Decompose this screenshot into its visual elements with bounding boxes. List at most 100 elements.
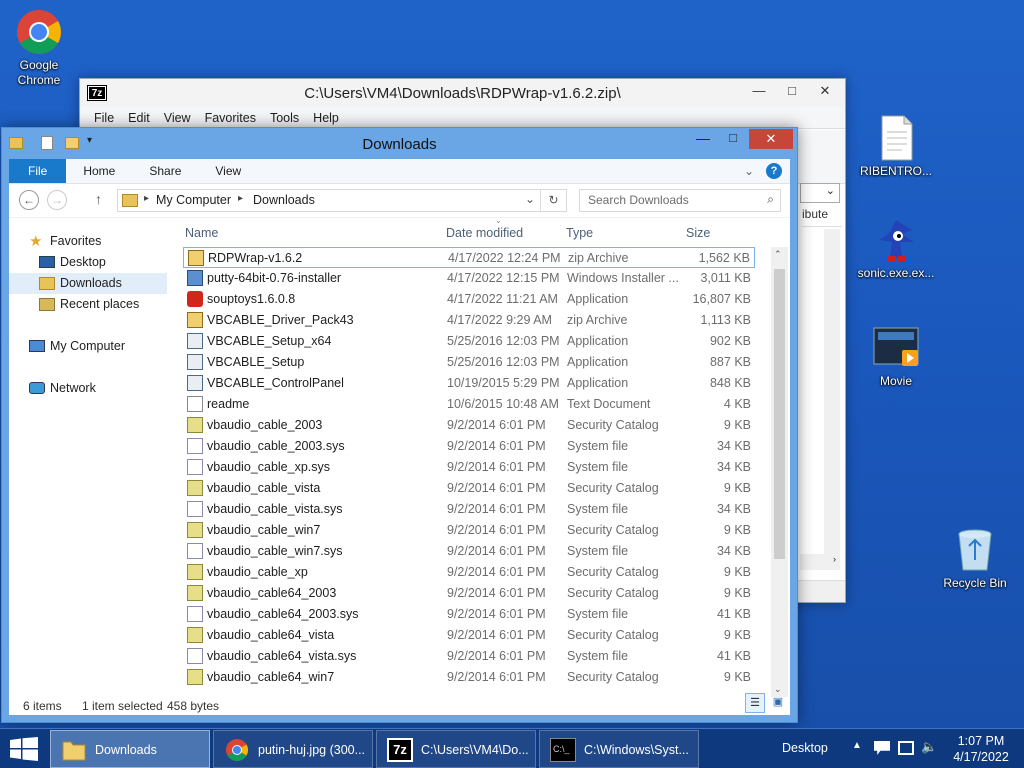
search-icon[interactable]: ⌕ (767, 192, 774, 207)
clock-date[interactable]: 4/17/2022 (950, 750, 1012, 764)
address-bar[interactable]: ▸ My Computer ▸ Downloads ⌄ ↻ (117, 189, 567, 212)
menu-view[interactable]: View (164, 111, 191, 125)
address-dropdown-icon[interactable]: ⌄ (525, 192, 535, 206)
file-name: vbaudio_cable_xp.sys (207, 460, 330, 474)
tab-share[interactable]: Share (132, 159, 198, 183)
menu-favorites[interactable]: Favorites (205, 111, 256, 125)
explorer-window[interactable]: ▾ Downloads — □ ✕ File Home Share View ⌄… (1, 127, 798, 723)
file-size: 1,113 KB (700, 313, 751, 327)
file-row[interactable]: VBCABLE_ControlPanel 10/19/2015 5:29 PM Ap… (183, 373, 755, 394)
file-row[interactable]: RDPWrap-v1.6.2 4/17/2022 12:24 PM zip Arch… (183, 247, 755, 268)
file-date: 5/25/2016 12:03 PM (447, 355, 560, 369)
file-row[interactable]: vbaudio_cable_2003 9/2/2014 6:01 PM Securi… (183, 415, 755, 436)
file-row[interactable]: VBCABLE_Setup 5/25/2016 12:03 PM Applicati… (183, 352, 755, 373)
nav-favorites[interactable]: ★ Favorites (9, 231, 167, 252)
maximize-button[interactable]: □ (720, 130, 746, 150)
search-input[interactable]: Search Downloads ⌕ (579, 189, 781, 212)
start-button[interactable] (10, 737, 38, 761)
sevenzip-scrollbar[interactable] (824, 229, 840, 564)
desktop-icon-ribentro[interactable]: RIBENTRO... (857, 114, 935, 179)
folder-icon (61, 738, 87, 762)
breadcrumb-my-computer[interactable]: My Computer (156, 193, 231, 207)
sevenzip-path-dropdown[interactable]: ⌄ (800, 183, 840, 203)
show-hidden-icons-icon[interactable]: ▲ (852, 740, 862, 751)
back-button[interactable]: ← (19, 190, 39, 210)
column-header-size[interactable]: Size (686, 226, 710, 240)
file-size: 1,562 KB (698, 251, 750, 265)
file-row[interactable]: vbaudio_cable64_2003 9/2/2014 6:01 PM Secu… (183, 583, 755, 604)
file-row[interactable]: putty-64bit-0.76-installer 4/17/2022 12:1… (183, 268, 755, 289)
menu-help[interactable]: Help (313, 111, 339, 125)
file-list-scrollbar[interactable]: ⌃ ⌄ (771, 247, 788, 697)
nav-my-computer[interactable]: My Computer (9, 336, 167, 357)
nav-recent-places[interactable]: Recent places (9, 294, 167, 315)
desktop-icon-movie[interactable]: Movie (857, 324, 935, 389)
file-name: vbaudio_cable_xp (207, 565, 308, 579)
desktop-icon-chrome[interactable]: Google Chrome (0, 8, 78, 88)
nav-downloads[interactable]: Downloads (9, 273, 167, 294)
file-row[interactable]: vbaudio_cable64_2003.sys 9/2/2014 6:01 PM… (183, 604, 755, 625)
file-size: 9 KB (723, 586, 751, 600)
close-button[interactable]: ✕ (749, 129, 793, 149)
file-row[interactable]: souptoys1.6.0.8 4/17/2022 11:21 AM Applica… (183, 289, 755, 310)
details-view-icon[interactable]: ☰ (745, 693, 765, 713)
file-row[interactable]: vbaudio_cable_vista.sys 9/2/2014 6:01 PM S… (183, 499, 755, 520)
maximize-button[interactable]: □ (777, 81, 807, 101)
file-type: zip Archive (567, 313, 628, 327)
clock-time[interactable]: 1:07 PM (956, 734, 1006, 748)
file-row[interactable]: vbaudio_cable64_vista 9/2/2014 6:01 PM Sec… (183, 625, 755, 646)
nav-network[interactable]: Network (9, 378, 167, 399)
nav-desktop[interactable]: Desktop (9, 252, 167, 273)
up-button[interactable]: ↑ (95, 191, 102, 207)
sevenzip-titlebar[interactable]: 7z C:\Users\VM4\Downloads\RDPWrap-v1.6.2… (80, 79, 845, 107)
taskbar-button-cmd[interactable]: C:\_ C:\Windows\Syst... (539, 730, 699, 768)
file-row[interactable]: vbaudio_cable64_win7 9/2/2014 6:01 PM Secu… (183, 667, 755, 688)
action-center-icon[interactable] (874, 741, 890, 755)
forward-button[interactable]: → (47, 190, 67, 210)
file-row[interactable]: vbaudio_cable_win7.sys 9/2/2014 6:01 PM Sy… (183, 541, 755, 562)
taskbar-button-downloads[interactable]: Downloads (50, 730, 210, 768)
desktop-icon-sonic[interactable]: sonic.exe.ex... (857, 216, 935, 281)
tab-view[interactable]: View (198, 159, 258, 183)
taskbar-button-chrome[interactable]: putin-huj.jpg (300... (213, 730, 373, 768)
file-row[interactable]: readme 10/6/2015 10:48 AM Text Document 4 K… (183, 394, 755, 415)
status-size: 458 bytes (167, 699, 220, 713)
scrollbar-thumb[interactable] (774, 269, 785, 559)
menu-edit[interactable]: Edit (128, 111, 150, 125)
file-name: vbaudio_cable64_2003.sys (207, 607, 359, 621)
file-row[interactable]: vbaudio_cable_2003.sys 9/2/2014 6:01 PM Sy… (183, 436, 755, 457)
close-button[interactable]: ✕ (810, 81, 840, 101)
tab-file[interactable]: File (9, 159, 67, 183)
status-selected: 1 item selected (82, 699, 163, 713)
file-row[interactable]: vbaudio_cable64_vista.sys 9/2/2014 6:01 P… (183, 646, 755, 667)
column-header-type[interactable]: Type (566, 226, 593, 240)
column-header-date[interactable]: Date modified (446, 226, 523, 240)
minimize-button[interactable]: — (744, 81, 774, 101)
desktop-toolbar-label[interactable]: Desktop (782, 741, 828, 755)
explorer-titlebar[interactable]: ▾ Downloads — □ ✕ (2, 128, 797, 159)
large-icons-view-icon[interactable]: ▣ (769, 693, 787, 713)
tab-home[interactable]: Home (66, 159, 132, 183)
scroll-up-icon[interactable]: ⌃ (774, 249, 782, 260)
file-row[interactable]: vbaudio_cable_win7 9/2/2014 6:01 PM Securi… (183, 520, 755, 541)
breadcrumb-downloads[interactable]: Downloads (253, 193, 315, 207)
sevenzip-hscrollbar[interactable]: › (800, 554, 840, 570)
menu-file[interactable]: File (94, 111, 114, 125)
file-row[interactable]: vbaudio_cable_xp 9/2/2014 6:01 PM Security… (183, 562, 755, 583)
refresh-button[interactable]: ↻ (540, 190, 566, 211)
desktop-icon-recycle-bin[interactable]: Recycle Bin (936, 526, 1014, 591)
file-row[interactable]: VBCABLE_Setup_x64 5/25/2016 12:03 PM Appli… (183, 331, 755, 352)
file-row[interactable]: VBCABLE_Driver_Pack43 4/17/2022 9:29 AM zi… (183, 310, 755, 331)
minimize-button[interactable]: — (690, 130, 716, 150)
expand-ribbon-icon[interactable]: ⌄ (744, 159, 766, 183)
file-row[interactable]: vbaudio_cable_xp.sys 9/2/2014 6:01 PM Syst… (183, 457, 755, 478)
network-status-icon[interactable] (898, 741, 914, 755)
file-row[interactable]: vbaudio_cable_vista 9/2/2014 6:01 PM Secur… (183, 478, 755, 499)
help-icon[interactable]: ? (766, 163, 782, 179)
column-header-attributes[interactable]: ibute (802, 207, 842, 227)
volume-muted-icon[interactable]: 🔈 (921, 739, 937, 755)
menu-tools[interactable]: Tools (270, 111, 299, 125)
column-header-name[interactable]: Name (185, 226, 218, 240)
file-date: 4/17/2022 11:21 AM (447, 292, 558, 306)
taskbar-button-7zip[interactable]: 7z C:\Users\VM4\Do... (376, 730, 536, 768)
